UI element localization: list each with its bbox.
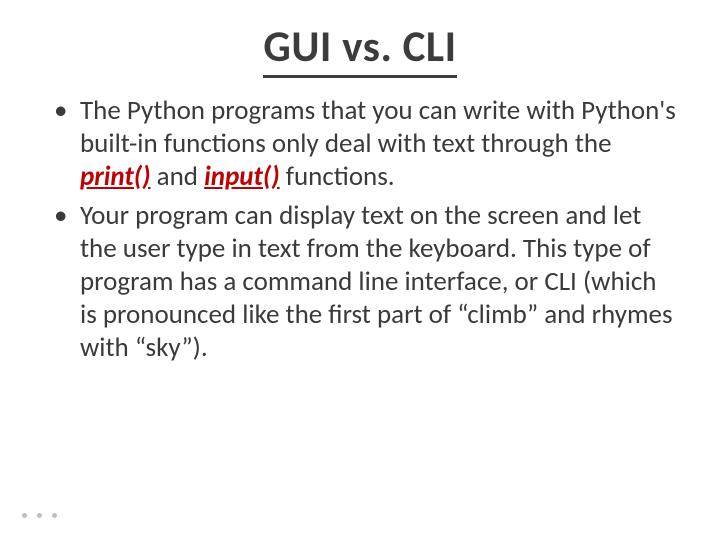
bullet-text: Your program can display text on the scr… — [80, 199, 673, 364]
bullet-text: The Python programs that you can write w… — [80, 94, 676, 160]
bullet-list: The Python programs that you can write w… — [44, 95, 676, 365]
bullet-text: functions. — [280, 160, 395, 193]
slide-title-text: GUI vs. CLI — [263, 20, 456, 78]
code-fn-print: print() — [80, 160, 151, 193]
list-item: Your program can display text on the scr… — [52, 200, 676, 365]
slide-title: GUI vs. CLI — [44, 20, 676, 73]
slide: GUI vs. CLI The Python programs that you… — [0, 0, 720, 540]
code-fn-input: input() — [204, 160, 280, 193]
decorative-dots-icon — [22, 513, 57, 518]
bullet-text: and — [151, 160, 205, 193]
list-item: The Python programs that you can write w… — [52, 95, 676, 194]
